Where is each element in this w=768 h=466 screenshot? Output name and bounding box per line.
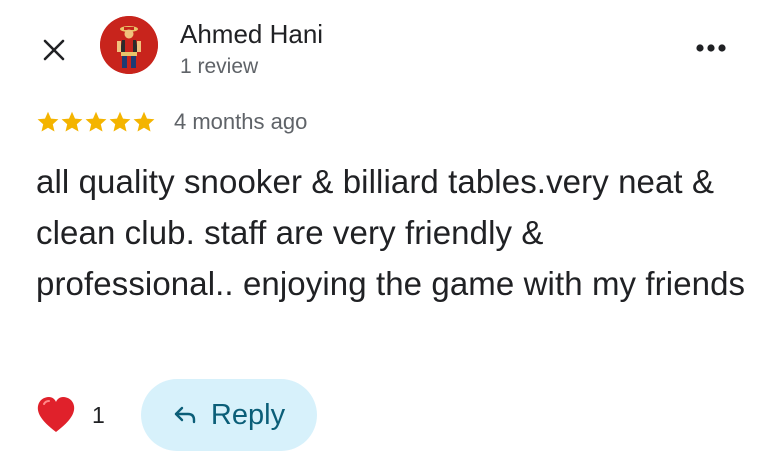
review-card: Ahmed Hani 1 review 4 months ago all qua…: [0, 0, 768, 466]
author-name[interactable]: Ahmed Hani: [180, 18, 323, 50]
avatar[interactable]: [100, 16, 158, 74]
reply-arrow-icon: [174, 406, 196, 424]
author-review-count: 1 review: [180, 55, 259, 78]
rating-row: 4 months ago: [36, 106, 307, 138]
heart-icon: [37, 397, 75, 432]
star-icon: [109, 111, 131, 132]
reply-label: Reply: [210, 398, 286, 431]
reaction-button[interactable]: 1: [36, 392, 105, 438]
star-rating: [36, 110, 156, 134]
star-icon: [37, 111, 59, 132]
close-icon: [43, 39, 65, 61]
more-options-button[interactable]: [688, 30, 734, 66]
star-icon: [133, 111, 155, 132]
reaction-count: 1: [92, 401, 105, 428]
star-icon: [61, 111, 83, 132]
avatar-image: [100, 16, 158, 74]
review-date: 4 months ago: [174, 109, 308, 134]
close-button[interactable]: [34, 30, 74, 70]
reply-button[interactable]: Reply: [141, 379, 317, 451]
star-icon: [85, 111, 107, 132]
review-text: all quality snooker & billiard tables.ve…: [36, 163, 746, 302]
more-horizontal-icon: [696, 44, 726, 52]
